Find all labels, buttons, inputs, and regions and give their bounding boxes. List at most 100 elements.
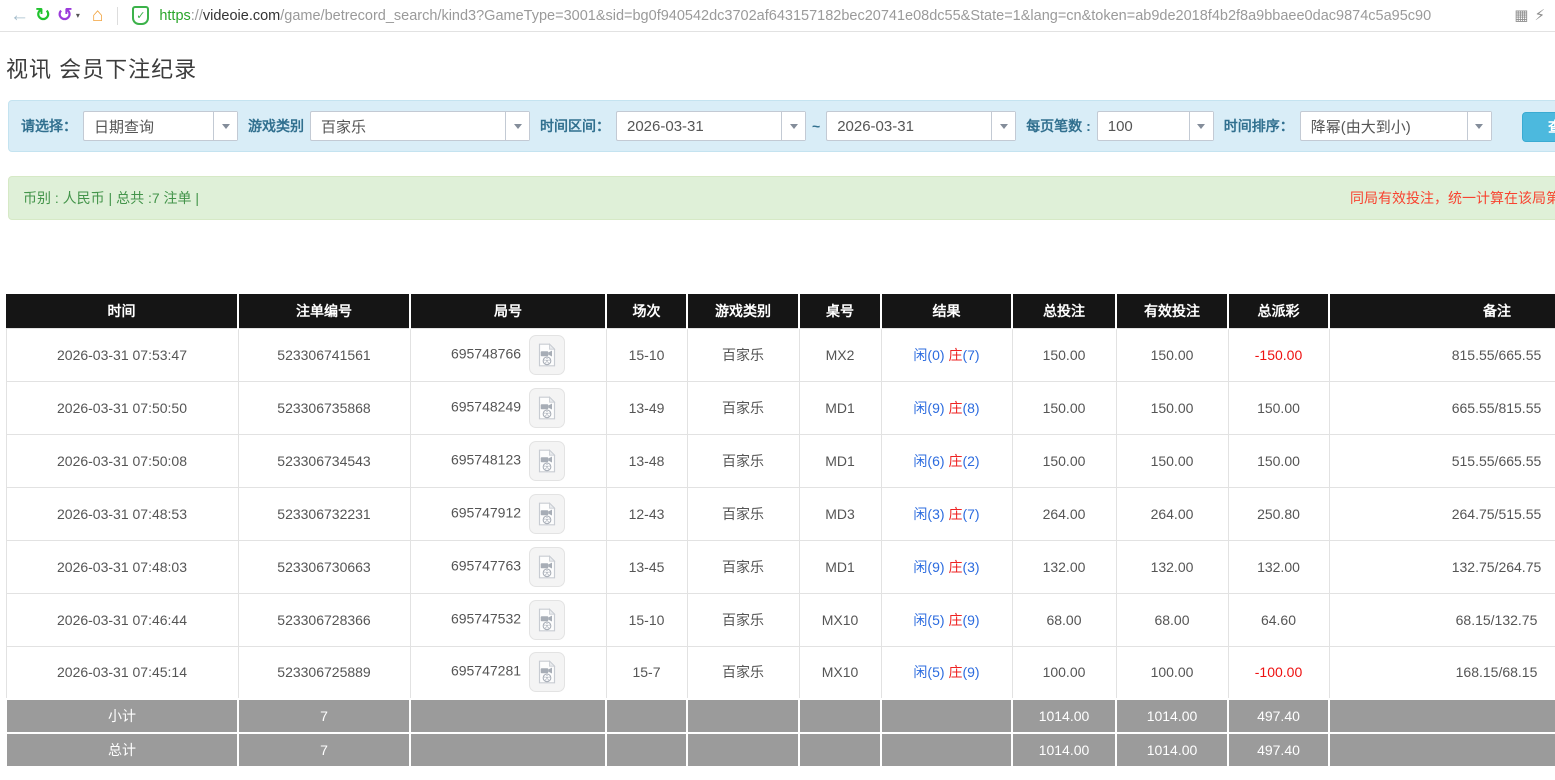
cell-valid-bet: 100.00 (1115, 645, 1229, 700)
cell-round-id: 695748766 (409, 327, 607, 382)
table-row: 2026-03-31 07:53:47 523306741561 6957487… (5, 327, 1555, 382)
chevron-down-icon[interactable] (1466, 112, 1491, 140)
security-shield-icon[interactable]: ✓ (132, 6, 150, 25)
total-empty (686, 732, 800, 768)
bet-records-table: 时间 注单编号 局号 场次 游戏类别 桌号 结果 总投注 有效投注 总派彩 备注… (5, 294, 1555, 768)
table-row: 2026-03-31 07:46:44 523306728366 6957475… (5, 592, 1555, 647)
chevron-down-icon[interactable] (781, 112, 805, 140)
address-bar[interactable]: https://videoie.com/game/betrecord_searc… (159, 8, 1508, 24)
refresh-icon[interactable]: ↻ (35, 6, 51, 25)
video-file-icon (538, 554, 556, 578)
table-header-row: 时间 注单编号 局号 场次 游戏类别 桌号 结果 总投注 有效投注 总派彩 备注 (6, 294, 1555, 328)
video-replay-button[interactable] (529, 546, 566, 587)
cell-bet-id: 523306725889 (237, 645, 411, 700)
filter-group-sort: 时间排序： 降幂(由大到小) (1224, 111, 1492, 141)
chevron-down-icon[interactable] (213, 112, 237, 140)
header-game-type: 游戏类别 (687, 294, 800, 328)
video-replay-button[interactable] (529, 493, 566, 534)
video-replay-button[interactable] (529, 334, 566, 375)
game-type-select[interactable]: 百家乐 (310, 111, 530, 141)
cell-valid-bet: 68.00 (1115, 592, 1229, 647)
cell-remark: 68.15/132.75 (1328, 592, 1555, 647)
video-file-icon (538, 660, 556, 684)
cell-time: 2026-03-31 07:50:08 (5, 433, 239, 488)
result-player: 闲(5) (913, 611, 945, 628)
cell-total-bet[interactable]: 264.00 (1011, 486, 1117, 541)
cell-total-bet[interactable]: 68.00 (1011, 592, 1117, 647)
video-replay-button[interactable] (529, 599, 566, 640)
round-id-text: 695747281 (450, 662, 522, 679)
cell-total-payout: 150.00 (1227, 433, 1330, 488)
lightning-icon[interactable]: ⚡ (1534, 8, 1545, 23)
game-type-value: 百家乐 (321, 118, 367, 136)
date-to-select[interactable]: 2026-03-31 (826, 111, 1017, 141)
back-icon[interactable]: ← (10, 6, 29, 25)
cell-bet-id: 523306730663 (237, 539, 411, 594)
result-banker: 庄 (948, 452, 963, 469)
undo-icon[interactable]: ↺ (57, 6, 73, 25)
video-replay-button[interactable] (529, 652, 566, 693)
undo-dropdown-caret-icon[interactable]: ▾ (76, 11, 80, 20)
video-file-icon (538, 501, 556, 525)
cell-total-bet[interactable]: 100.00 (1011, 645, 1117, 700)
cell-total-bet[interactable]: 150.00 (1011, 380, 1117, 435)
chevron-down-icon[interactable] (505, 112, 529, 140)
cell-table-no: MD1 (798, 433, 882, 488)
video-replay-button[interactable] (529, 387, 566, 428)
chevron-down-icon[interactable] (1188, 112, 1213, 140)
cell-total-payout: 250.80 (1227, 486, 1330, 541)
home-icon[interactable]: ⌂ (92, 6, 103, 25)
subtotal-total-bet: 1014.00 (1011, 698, 1117, 734)
cell-total-payout: 132.00 (1227, 539, 1330, 594)
cell-remark: 132.75/264.75 (1328, 539, 1555, 594)
subtotal-valid-bet: 1014.00 (1115, 698, 1229, 734)
result-banker: 庄 (948, 346, 963, 363)
cell-total-bet[interactable]: 150.00 (1011, 433, 1117, 488)
video-file-icon (538, 607, 556, 631)
cell-valid-bet: 150.00 (1115, 327, 1229, 382)
cell-result: 闲(3) 庄(7) (880, 486, 1013, 541)
result-banker: 庄 (948, 611, 963, 628)
query-type-select[interactable]: 日期查询 (83, 111, 238, 141)
chevron-down-icon[interactable] (991, 112, 1016, 140)
total-total-bet: 1014.00 (1011, 732, 1117, 768)
result-banker-score: (3) (962, 558, 980, 575)
cell-time: 2026-03-31 07:45:14 (5, 645, 239, 700)
search-button[interactable]: 查询 (1522, 112, 1555, 142)
page-size-select[interactable]: 100 (1096, 111, 1214, 141)
cell-remark: 665.55/815.55 (1328, 380, 1555, 435)
date-from-select[interactable]: 2026-03-31 (616, 111, 806, 141)
result-banker-score: (8) (962, 399, 980, 416)
round-id-text: 695748249 (450, 398, 522, 415)
total-empty (1328, 732, 1555, 768)
cell-total-bet[interactable]: 132.00 (1011, 539, 1117, 594)
subtotal-empty (880, 698, 1013, 734)
cell-valid-bet: 264.00 (1115, 486, 1229, 541)
date-from-value: 2026-03-31 (627, 117, 704, 135)
cell-time: 2026-03-31 07:48:03 (5, 539, 239, 594)
result-banker-score: (7) (962, 505, 980, 522)
cell-session: 13-48 (605, 433, 688, 488)
browser-toolbar: ← ↻ ↺ ▾ ⌂ ✓ https://videoie.com/game/bet… (0, 0, 1555, 32)
cell-table-no: MX10 (798, 592, 882, 647)
table-row: 2026-03-31 07:50:50 523306735868 6957482… (5, 380, 1555, 435)
page-size-label: 每页笔数 : (1026, 118, 1091, 134)
cell-result: 闲(9) 庄(3) (880, 539, 1013, 594)
result-banker-score: (2) (962, 452, 980, 469)
cell-result: 闲(9) 庄(8) (880, 380, 1013, 435)
total-count: 7 (237, 732, 411, 768)
cell-total-payout: 64.60 (1227, 592, 1330, 647)
sort-select[interactable]: 降幂(由大到小) (1299, 111, 1492, 141)
header-session: 场次 (606, 294, 688, 328)
video-replay-button[interactable] (529, 440, 566, 481)
result-banker: 庄 (948, 558, 963, 575)
cell-total-bet[interactable]: 150.00 (1011, 327, 1117, 382)
filter-group-query-type: 请选择： 日期查询 (21, 111, 238, 141)
round-id-text: 695748766 (450, 345, 522, 362)
round-id-text: 695747912 (450, 504, 522, 521)
result-player: 闲(6) (913, 452, 945, 469)
game-type-label: 游戏类别 (248, 118, 304, 134)
qr-grid-icon[interactable]: ▦ (1514, 8, 1528, 23)
table-row: 2026-03-31 07:50:08 523306734543 6957481… (5, 433, 1555, 488)
cell-valid-bet: 150.00 (1115, 433, 1229, 488)
